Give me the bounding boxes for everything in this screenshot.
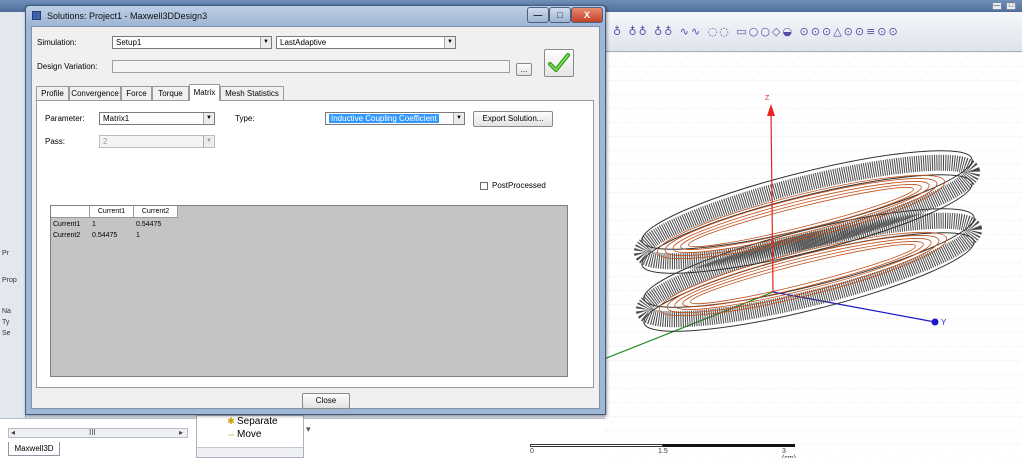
viewport-canvas: Y Z xyxy=(605,52,1022,458)
y-axis-end-dot xyxy=(931,318,939,326)
ruler-segment-2 xyxy=(663,444,795,447)
tree-item-separate[interactable]: ✱ Separate xyxy=(225,416,278,427)
column-header-current1[interactable]: Current1 xyxy=(90,206,134,218)
solutions-dialog: Solutions: Project1 - Maxwell3DDesign3 —… xyxy=(25,5,606,415)
adaptive-select[interactable]: LastAdaptive ▼ xyxy=(276,36,456,49)
tree-dropdown-icon[interactable]: ▾ xyxy=(306,424,311,435)
design-variation-field[interactable] xyxy=(112,60,510,73)
parameter-label: Parameter: xyxy=(45,114,85,123)
simulation-label: Simulation: xyxy=(37,38,77,47)
tree-scrollbar[interactable] xyxy=(197,447,303,457)
ruler-label-end: 3 (cm) xyxy=(782,448,796,458)
simulation-value: Setup1 xyxy=(116,38,142,47)
chevron-down-icon: ▼ xyxy=(444,37,455,48)
type-label: Type: xyxy=(235,114,255,123)
matrix-grid[interactable]: Current1 Current2 Current1 1 0.54475 Cur… xyxy=(50,205,568,377)
pass-value: 2 xyxy=(103,137,108,146)
minimize-button[interactable]: — xyxy=(527,7,549,23)
scroll-thumb[interactable]: III xyxy=(89,428,96,437)
close-button[interactable]: Close xyxy=(302,393,350,409)
history-tree: ✱ Separate ⇔ Move xyxy=(196,415,304,458)
tab-matrix[interactable]: Matrix xyxy=(189,84,220,101)
panel-label-prop: Prop xyxy=(2,277,17,284)
type-select[interactable]: Inductive Coupling Coefficient ▼ xyxy=(325,112,465,125)
design-variation-browse-button[interactable]: ... xyxy=(516,63,532,76)
green-checkmark-icon xyxy=(548,53,570,72)
maximize-button[interactable]: □ xyxy=(549,7,571,23)
draw-toolbar: ♁ ♁♁ ♁♁ ∿∿ ◌◌ ▭○○◇◒ ⊙⊙⊙△⊙⊙≡⊙⊙ xyxy=(605,12,1022,52)
row-header: Current1 xyxy=(53,221,81,228)
dialog-title: Solutions: Project1 - Maxwell3DDesign3 xyxy=(47,11,208,21)
simulation-select[interactable]: Setup1 ▼ xyxy=(112,36,272,49)
tab-force[interactable]: Force xyxy=(121,86,152,100)
table-cell: 0.54475 xyxy=(92,232,118,239)
tab-mesh-statistics[interactable]: Mesh Statistics xyxy=(220,86,284,100)
parameter-value: Matrix1 xyxy=(103,114,130,123)
chevron-down-icon: ▼ xyxy=(203,113,214,124)
ruler-segment-1 xyxy=(530,444,663,447)
export-solution-button[interactable]: Export Solution... xyxy=(473,111,553,127)
ruler-label-0: 0 xyxy=(530,448,534,455)
chevron-down-icon: ▼ xyxy=(203,136,214,147)
toolbar-icons[interactable]: ♁ ♁♁ ♁♁ ∿∿ ◌◌ ▭○○◇◒ ⊙⊙⊙△⊙⊙≡⊙⊙ xyxy=(613,25,900,38)
chevron-down-icon: ▼ xyxy=(453,113,464,124)
pass-label: Pass: xyxy=(45,137,66,146)
column-header-current2[interactable]: Current2 xyxy=(134,206,178,218)
tree-item-separate-label: Separate xyxy=(237,416,278,427)
left-panel-scrollbar[interactable]: ◂ III ▸ xyxy=(8,428,188,438)
adaptive-value: LastAdaptive xyxy=(280,38,327,47)
pass-select[interactable]: 2 ▼ xyxy=(99,135,215,148)
3d-viewport[interactable]: Y Z xyxy=(605,52,1022,458)
close-window-button[interactable]: X xyxy=(571,7,603,23)
tab-profile[interactable]: Profile xyxy=(36,86,69,100)
app-restore-button[interactable]: □ xyxy=(1006,2,1016,10)
y-axis-label: Y xyxy=(941,318,947,327)
project-panel-strip: Pr Prop Na Ty Se xyxy=(0,12,26,458)
postprocessed-label: PostProcessed xyxy=(492,181,546,190)
dialog-body: Simulation: Setup1 ▼ LastAdaptive ▼ Desi… xyxy=(31,26,600,409)
app-icon xyxy=(32,11,41,20)
tab-convergence[interactable]: Convergence xyxy=(69,86,121,100)
dialog-titlebar[interactable]: Solutions: Project1 - Maxwell3DDesign3 —… xyxy=(26,6,605,26)
scroll-right-arrow-icon[interactable]: ▸ xyxy=(179,428,183,437)
postprocessed-checkbox[interactable] xyxy=(480,182,488,190)
separate-icon: ✱ xyxy=(227,416,235,426)
table-cell: 1 xyxy=(136,232,140,239)
panel-label-pr: Pr xyxy=(2,250,9,257)
move-icon: ⇔ xyxy=(226,429,236,439)
app-minimize-button[interactable]: — xyxy=(992,2,1002,10)
apply-button[interactable] xyxy=(544,49,574,77)
table-cell: 0.54475 xyxy=(136,221,162,228)
tree-item-move[interactable]: ⇔ Move xyxy=(225,429,262,440)
tree-item-move-label: Move xyxy=(237,429,262,440)
panel-label-na: Na xyxy=(2,308,11,315)
maxwell3d-tab[interactable]: Maxwell3D xyxy=(8,442,60,456)
type-value: Inductive Coupling Coefficient xyxy=(329,114,439,123)
ruler-label-mid: 1.5 xyxy=(658,448,668,455)
parameter-select[interactable]: Matrix1 ▼ xyxy=(99,112,215,125)
row-header: Current2 xyxy=(53,232,81,239)
table-cell: 1 xyxy=(92,221,96,228)
panel-label-ty: Ty xyxy=(2,319,10,326)
scale-ruler: 0 1.5 3 (cm) xyxy=(530,441,796,458)
chevron-down-icon: ▼ xyxy=(260,37,271,48)
z-axis-label: Z xyxy=(765,95,770,102)
grid-corner-header xyxy=(51,206,90,218)
scroll-left-arrow-icon[interactable]: ◂ xyxy=(11,428,15,437)
panel-label-se: Se xyxy=(2,330,11,337)
tab-torque[interactable]: Torque xyxy=(152,86,189,100)
design-variation-label: Design Variation: xyxy=(37,62,98,71)
